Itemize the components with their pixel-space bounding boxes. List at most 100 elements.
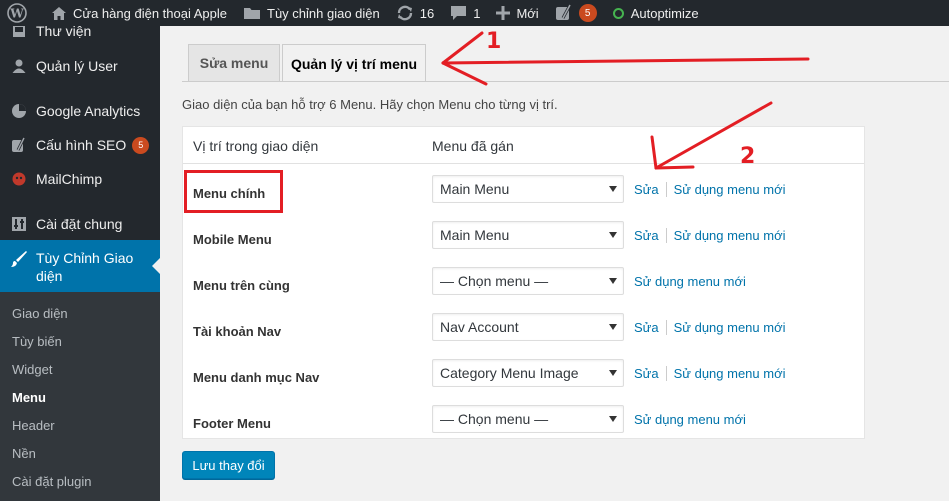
tab-divider [182, 81, 949, 82]
annotation-label-2: 2 [740, 144, 756, 169]
sidebar-item-label: Google Analytics [36, 103, 141, 119]
table-row: Footer Menu — Chọn menu — Sử dụng menu m… [183, 401, 864, 447]
select-value: — Chọn menu — [440, 273, 549, 289]
edit-link[interactable]: Sửa [634, 320, 659, 335]
sidebar-item-google-analytics[interactable]: Google Analytics [0, 100, 160, 122]
updates-link[interactable]: 16 [388, 0, 442, 26]
use-new-menu-link[interactable]: Sử dụng menu mới [634, 412, 746, 427]
intro-text: Giao diện của bạn hỗ trợ 6 Menu. Hãy chọ… [182, 97, 558, 112]
comments-count: 1 [473, 5, 481, 21]
yoast-badge: 5 [578, 4, 597, 22]
column-header-assigned: Menu đã gán [432, 138, 514, 154]
submenu-themes[interactable]: Giao diện [12, 306, 68, 321]
highlight-box [184, 170, 283, 213]
link-separator [665, 320, 667, 335]
folder-icon [243, 6, 261, 20]
comments-link[interactable]: 1 [442, 0, 488, 26]
plus-icon [496, 6, 511, 20]
row-actions: Sửa Sử dụng menu mới [634, 228, 786, 243]
menu-select[interactable]: — Chọn menu — [432, 267, 624, 295]
svg-text:W: W [9, 7, 24, 21]
admin-sidebar: Thư viện Quản lý User Google Analytics C… [0, 23, 160, 501]
link-separator [665, 182, 667, 197]
submenu-header[interactable]: Header [12, 418, 55, 433]
menu-select[interactable]: Nav Account [432, 313, 624, 341]
location-name: Tài khoản Nav [193, 324, 282, 339]
menu-select[interactable]: — Chọn menu — [432, 405, 624, 433]
sidebar-item-label: MailChimp [36, 171, 103, 187]
chevron-down-icon [609, 324, 617, 330]
tab-edit-menus[interactable]: Sửa menu [188, 44, 280, 81]
analytics-icon [10, 102, 28, 120]
menu-locations-table: Vị trí trong giao diện Menu đã gán Menu … [182, 126, 865, 439]
submenu-customize[interactable]: Tùy biến [12, 334, 62, 349]
wordpress-logo-button[interactable]: W [0, 0, 43, 26]
link-separator [665, 366, 667, 381]
table-row: Mobile Menu Main Menu Sửa Sử dụng menu mớ… [183, 217, 864, 263]
use-new-menu-link[interactable]: Sử dụng menu mới [674, 366, 786, 381]
use-new-menu-link[interactable]: Sử dụng menu mới [674, 182, 786, 197]
location-name: Menu trên cùng [193, 278, 290, 293]
active-menu-arrow [152, 258, 160, 274]
new-label: Mới [516, 5, 539, 21]
chevron-down-icon [609, 186, 617, 192]
location-name: Menu danh mục Nav [193, 370, 320, 385]
row-actions: Sử dụng menu mới [634, 274, 746, 289]
submenu-menus[interactable]: Menu [12, 390, 46, 405]
sidebar-item-seo[interactable]: Cấu hình SEO 5 [0, 134, 160, 156]
sidebar-item-label: Tùy Chỉnh Giao diện [36, 250, 134, 284]
yoast-icon [555, 4, 573, 22]
status-circle-icon [612, 7, 624, 19]
table-row: Menu danh mục Nav Category Menu Image Sử… [183, 355, 864, 401]
header-divider [183, 163, 864, 164]
link-separator [665, 228, 667, 243]
table-row: Tài khoản Nav Nav Account Sửa Sử dụng men… [183, 309, 864, 355]
chevron-down-icon [609, 278, 617, 284]
site-name: Cửa hàng điện thoại Apple [73, 5, 227, 21]
settings-icon [10, 215, 28, 233]
yoast-link[interactable]: 5 [547, 0, 605, 26]
use-new-menu-link[interactable]: Sử dụng menu mới [674, 320, 786, 335]
select-value: Main Menu [440, 181, 510, 197]
select-value: Main Menu [440, 227, 510, 243]
customize-link[interactable]: Tùy chỉnh giao diện [235, 0, 388, 26]
sidebar-item-users[interactable]: Quản lý User [0, 55, 160, 77]
use-new-menu-link[interactable]: Sử dụng menu mới [634, 274, 746, 289]
select-value: Category Menu Image [440, 365, 579, 381]
menu-select[interactable]: Main Menu [432, 175, 624, 203]
edit-link[interactable]: Sửa [634, 366, 659, 381]
row-actions: Sử dụng menu mới [634, 412, 746, 427]
wordpress-logo-icon: W [7, 3, 27, 23]
submenu-plugin-settings[interactable]: Cài đặt plugin [12, 474, 92, 489]
edit-link[interactable]: Sửa [634, 182, 659, 197]
edit-link[interactable]: Sửa [634, 228, 659, 243]
use-new-menu-link[interactable]: Sử dụng menu mới [674, 228, 786, 243]
appearance-submenu: Giao diện Tùy biến Widget Menu Header Nề… [0, 292, 160, 501]
chevron-down-icon [609, 232, 617, 238]
autoptimize-link[interactable]: Autoptimize [605, 0, 707, 26]
submenu-widgets[interactable]: Widget [12, 362, 52, 377]
admin-bar: W Cửa hàng điện thoại Apple Tùy chỉnh gi… [0, 0, 949, 26]
sidebar-item-settings[interactable]: Cài đặt chung [0, 213, 160, 235]
site-name-link[interactable]: Cửa hàng điện thoại Apple [43, 0, 235, 26]
chevron-down-icon [609, 416, 617, 422]
sidebar-item-label: Cài đặt chung [36, 216, 123, 232]
menu-select[interactable]: Category Menu Image [432, 359, 624, 387]
comment-icon [450, 5, 467, 21]
row-actions: Sửa Sử dụng menu mới [634, 182, 786, 197]
sidebar-item-label: Cấu hình SEO [36, 137, 127, 153]
table-row: Menu chính Main Menu Sửa Sử dụng menu mới [183, 171, 864, 217]
home-icon [51, 6, 67, 21]
select-value: — Chọn menu — [440, 411, 549, 427]
save-changes-button[interactable]: Lưu thay đổi [182, 451, 275, 479]
sidebar-item-mailchimp[interactable]: MailChimp [0, 168, 160, 190]
annotation-label-1: 1 [486, 29, 502, 54]
menu-select[interactable]: Main Menu [432, 221, 624, 249]
sidebar-item-appearance[interactable]: Tùy Chỉnh Giao diện [0, 240, 160, 292]
submenu-background[interactable]: Nền [12, 446, 36, 461]
location-name: Mobile Menu [193, 232, 272, 247]
tab-manage-locations[interactable]: Quản lý vị trí menu [282, 44, 426, 82]
select-value: Nav Account [440, 319, 519, 335]
row-actions: Sửa Sử dụng menu mới [634, 366, 786, 381]
new-content-link[interactable]: Mới [488, 0, 546, 26]
